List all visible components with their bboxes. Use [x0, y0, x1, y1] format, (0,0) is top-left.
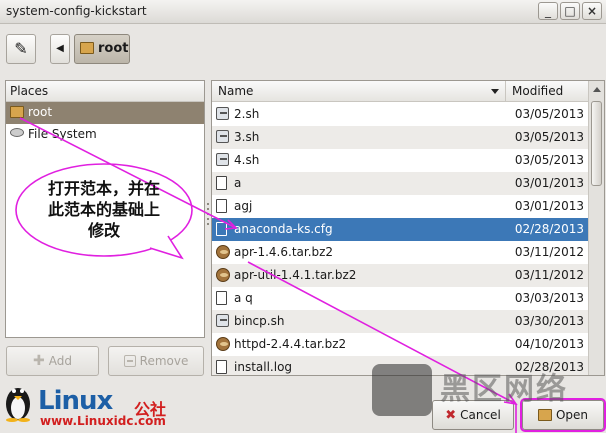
document-icon	[216, 291, 227, 305]
column-header-name[interactable]: Name	[212, 81, 506, 102]
vertical-scrollbar[interactable]	[588, 81, 604, 375]
annotation-line: 此范本的基础上	[47, 200, 160, 219]
chevron-left-icon: ◀	[56, 43, 64, 54]
watermark-url: www.Linuxidc.com	[40, 414, 166, 428]
annotation-line: 修改	[87, 221, 120, 240]
home-folder-icon	[10, 106, 24, 118]
file-row[interactable]: 2.sh 03/05/2013	[212, 103, 590, 126]
archive-icon	[216, 268, 230, 282]
sort-down-icon	[491, 89, 499, 94]
file-row[interactable]: apr-1.4.6.tar.bz2 03/11/2012	[212, 241, 590, 264]
file-name: anaconda-ks.cfg	[234, 222, 333, 236]
column-name-label: Name	[218, 84, 254, 98]
file-row[interactable]: bincp.sh 03/30/2013	[212, 310, 590, 333]
file-list: Name Modified 2.sh 03/05/2013 3.sh 03/05/2…	[211, 80, 605, 376]
open-label: Open	[555, 408, 589, 422]
column-header-modified[interactable]: Modified	[506, 81, 590, 102]
scroll-up-icon[interactable]	[593, 87, 601, 92]
remove-label: Remove	[139, 354, 189, 368]
open-folder-icon	[537, 409, 552, 421]
script-icon	[216, 107, 229, 120]
plus-icon: ✚	[33, 353, 45, 369]
file-row[interactable]: agj 03/01/2013	[212, 195, 590, 218]
place-label: root	[28, 105, 53, 119]
file-row[interactable]: a 03/01/2013	[212, 172, 590, 195]
file-modified: 03/03/2013	[514, 291, 584, 305]
archive-icon	[216, 337, 230, 351]
file-modified: 04/10/2013	[514, 337, 584, 351]
type-location-button[interactable]: ✎	[6, 34, 36, 64]
file-row[interactable]: a q 03/03/2013	[212, 287, 590, 310]
minus-icon	[123, 355, 136, 367]
script-icon	[216, 130, 229, 143]
document-icon	[216, 199, 227, 213]
file-name: httpd-2.4.4.tar.bz2	[234, 337, 347, 351]
remove-place-button[interactable]: Remove	[108, 346, 204, 376]
document-icon	[216, 176, 227, 190]
script-icon	[216, 314, 229, 327]
drive-icon	[10, 128, 24, 137]
file-name: apr-1.4.6.tar.bz2	[234, 245, 334, 259]
column-modified-label: Modified	[512, 84, 564, 98]
place-label: File System	[28, 127, 97, 141]
watermark-text: 黑区网络	[440, 372, 568, 407]
script-icon	[216, 153, 229, 166]
file-modified: 03/11/2012	[514, 268, 584, 282]
add-label: Add	[48, 354, 72, 368]
close-button[interactable]: ×	[582, 2, 602, 20]
file-name: a q	[234, 291, 253, 305]
file-modified: 02/28/2013	[514, 222, 584, 236]
file-name: 2.sh	[234, 107, 260, 121]
places-header[interactable]: Places	[6, 81, 204, 102]
place-item-file-system[interactable]: File System	[6, 124, 204, 146]
file-name: apr-util-1.4.1.tar.bz2	[234, 268, 357, 282]
archive-icon	[216, 245, 230, 259]
file-modified: 03/01/2013	[514, 199, 584, 213]
file-modified: 03/30/2013	[514, 314, 584, 328]
window-title: system-config-kickstart	[6, 4, 147, 18]
file-modified: 03/11/2012	[514, 245, 584, 259]
title-bar: system-config-kickstart _ □ ×	[0, 0, 606, 24]
file-row[interactable]: 4.sh 03/05/2013	[212, 149, 590, 172]
annotation-text: 打开范本，并在 此范本的基础上 修改	[28, 178, 180, 241]
file-row[interactable]: httpd-2.4.4.tar.bz2 04/10/2013	[212, 333, 590, 356]
watermark-mushroom-icon	[372, 364, 432, 416]
breadcrumb-root[interactable]: root	[74, 34, 130, 64]
breadcrumb-label: root	[98, 41, 129, 56]
file-modified: 03/05/2013	[514, 130, 584, 144]
linux-logo: Linux	[38, 386, 113, 416]
file-name: agj	[234, 199, 253, 213]
place-item-root[interactable]: root	[6, 102, 204, 124]
cancel-label: Cancel	[460, 408, 501, 422]
file-name: 3.sh	[234, 130, 260, 144]
home-folder-icon	[80, 42, 94, 54]
file-name: a	[234, 176, 242, 190]
file-row[interactable]: 3.sh 03/05/2013	[212, 126, 590, 149]
scrollbar-thumb[interactable]	[591, 101, 602, 186]
file-name: 4.sh	[234, 153, 260, 167]
cancel-icon: ✖	[445, 407, 457, 423]
penguin-logo	[6, 388, 30, 422]
file-name: install.log	[234, 360, 293, 374]
document-icon	[216, 360, 227, 374]
file-row-selected[interactable]: anaconda-ks.cfg 02/28/2013	[212, 218, 590, 241]
file-modified: 03/05/2013	[514, 107, 584, 121]
file-modified: 03/05/2013	[514, 153, 584, 167]
file-name: bincp.sh	[234, 314, 285, 328]
add-place-button[interactable]: ✚ Add	[6, 346, 99, 376]
path-back-button[interactable]: ◀	[50, 34, 70, 64]
file-rows: 2.sh 03/05/2013 3.sh 03/05/2013 4.sh 03/05/…	[212, 103, 590, 375]
minimize-button[interactable]: _	[538, 2, 558, 20]
document-icon	[216, 222, 227, 236]
annotation-line: 打开范本，并在	[47, 179, 160, 198]
maximize-button[interactable]: □	[560, 2, 580, 20]
edit-pencil-icon: ✎	[14, 39, 28, 58]
file-row[interactable]: apr-util-1.4.1.tar.bz2 03/11/2012	[212, 264, 590, 287]
file-modified: 03/01/2013	[514, 176, 584, 190]
